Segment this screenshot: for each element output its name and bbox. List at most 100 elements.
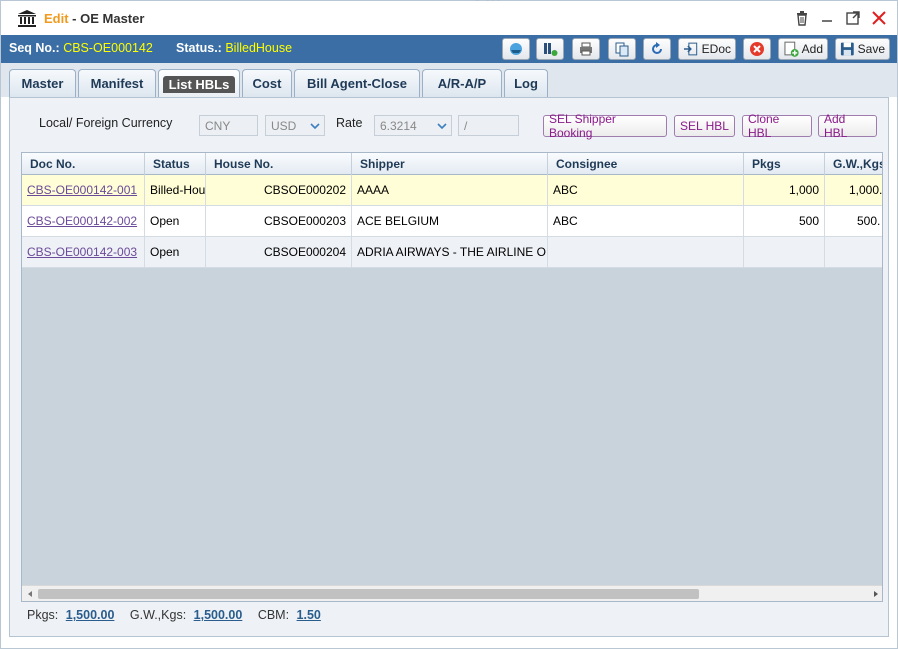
column-header-pkgs[interactable]: Pkgs [744,153,825,175]
doc-no-cell[interactable]: CBS-OE000142-003 [22,237,145,268]
sel-hbl-button[interactable]: SEL HBL [674,115,735,137]
hbl-grid: Doc No. Status House No. Shipper Consign… [21,152,883,602]
tab-cost[interactable]: Cost [242,69,292,97]
copy-button[interactable] [608,38,636,60]
table-row[interactable]: CBS-OE000142-001 Billed-Hou CBSOE000202 … [22,175,882,206]
save-label: Save [857,42,885,56]
local-currency-field[interactable]: CNY [199,115,258,136]
tab-label: Bill Agent-Close [307,76,407,91]
gw-kgs-cell: 1,000. [825,175,882,206]
column-header-status[interactable]: Status [145,153,206,175]
pkgs-cell: 500 [744,206,825,237]
scroll-right-icon[interactable] [871,589,881,599]
foreign-currency-value: USD [271,119,297,133]
rate-select[interactable]: 6.3214 [374,115,452,136]
info-bar: Seq No.: CBS-OE000142 Status.: BilledHou… [1,35,897,63]
currency-label: Local/ Foreign Currency [39,116,173,130]
minimize-icon[interactable] [819,10,835,26]
chevron-down-icon [437,123,447,130]
horizontal-scrollbar[interactable] [22,585,882,601]
tab-label: A/R-A/P [437,76,487,91]
shipper-cell: AAAA [352,175,548,206]
column-header-gw-kgs[interactable]: G.W.,Kgs [825,153,882,175]
add-document-icon [784,41,799,57]
column-header-house-no[interactable]: House No. [206,153,352,175]
scroll-left-icon[interactable] [25,589,35,599]
cancel-button[interactable] [743,38,771,60]
status-label: Status.: [176,41,222,55]
trash-icon[interactable] [794,10,810,26]
title-separator: - [68,11,81,26]
add-hbl-button[interactable]: Add HBL [818,112,877,140]
edoc-label: EDoc [701,42,731,56]
tab-log[interactable]: Log [504,69,548,97]
status-cell: Billed-Hou [145,175,206,206]
seq-no-value: CBS-OE000142 [63,41,153,55]
column-header-doc-no[interactable]: Doc No. [22,153,145,175]
column-header-consignee[interactable]: Consignee [548,153,744,175]
cancel-icon [750,42,764,56]
gw-kgs-cell: 500. [825,206,882,237]
doc-no-cell[interactable]: CBS-OE000142-001 [22,175,145,206]
column-header-shipper[interactable]: Shipper [352,153,548,175]
window-title: Edit - OE Master [44,11,144,26]
seq-no-label: Seq No.: [9,41,60,55]
doc-no-link[interactable]: CBS-OE000142-002 [27,214,137,228]
table-row[interactable]: CBS-OE000142-003 Open CBSOE000204 ADRIA … [22,237,882,268]
scrollbar-thumb[interactable] [38,589,699,599]
rate-value: 6.3214 [380,119,417,133]
status-value: BilledHouse [225,41,293,55]
consignee-cell: ABC [548,175,744,206]
gw-total-value[interactable]: 1,500.00 [194,608,243,622]
tab-label: Cost [252,76,282,91]
copy-icon [615,42,629,57]
refresh-button[interactable] [643,38,671,60]
tab-master[interactable]: Master [9,69,76,97]
grid-header: Doc No. Status House No. Shipper Consign… [22,153,882,175]
status-cell: Open [145,237,206,268]
rate-extra-field[interactable]: / [458,115,519,136]
edoc-button[interactable]: EDoc [678,38,736,60]
tab-manifest[interactable]: Manifest [78,69,156,97]
tab-ar-ap[interactable]: A/R-A/P [422,69,502,97]
close-icon[interactable] [871,10,887,26]
columns-button[interactable] [536,38,564,60]
save-button[interactable]: Save [835,38,890,60]
window-title-text: OE Master [80,11,145,26]
cbm-total-value[interactable]: 1.50 [297,608,321,622]
tab-strip: Master Manifest List HBLs Cost Bill Agen… [1,63,897,98]
pkgs-total-label: Pkgs: [27,608,59,622]
maximize-icon[interactable] [845,10,861,26]
foreign-currency-select[interactable]: USD [265,115,325,136]
doc-no-cell[interactable]: CBS-OE000142-002 [22,206,145,237]
add-button[interactable]: Add [778,38,828,60]
gw-kgs-cell [825,237,882,268]
print-icon [580,42,592,56]
tab-label: List HBLs [162,75,236,93]
clone-hbl-button[interactable]: Clone HBL [742,112,812,140]
gw-total-label: G.W.,Kgs: [129,608,187,622]
house-no-cell: CBSOE000204 [206,237,352,268]
rate-label: Rate [336,116,363,130]
pkgs-total-value[interactable]: 1,500.00 [66,608,115,622]
doc-no-link[interactable]: CBS-OE000142-001 [27,183,137,197]
edit-mode-label: Edit [44,11,69,26]
ship-button[interactable] [502,38,530,60]
refresh-icon [652,42,662,54]
totals-footer: Pkgs: 1,500.00 G.W.,Kgs: 1,500.00 CBM: 1… [21,602,883,630]
pkgs-cell [744,237,825,268]
print-button[interactable] [572,38,600,60]
sel-shipper-booking-button[interactable]: SEL Shipper Booking [543,112,667,140]
tab-bill-agent-close[interactable]: Bill Agent-Close [294,69,420,97]
house-no-cell: CBSOE000203 [206,206,352,237]
tab-list-hbls[interactable]: List HBLs [158,69,240,98]
bank-icon [18,10,36,27]
consignee-cell: ABC [548,206,744,237]
list-hbls-panel: Local/ Foreign Currency CNY USD Rate 6.3… [9,97,889,637]
ship-icon [510,43,522,55]
save-icon [840,42,854,56]
table-row[interactable]: CBS-OE000142-002 Open CBSOE000203 ACE BE… [22,206,882,237]
status: Status.: BilledHouse [176,41,292,55]
doc-no-link[interactable]: CBS-OE000142-003 [27,245,137,259]
add-label: Add [801,42,823,56]
